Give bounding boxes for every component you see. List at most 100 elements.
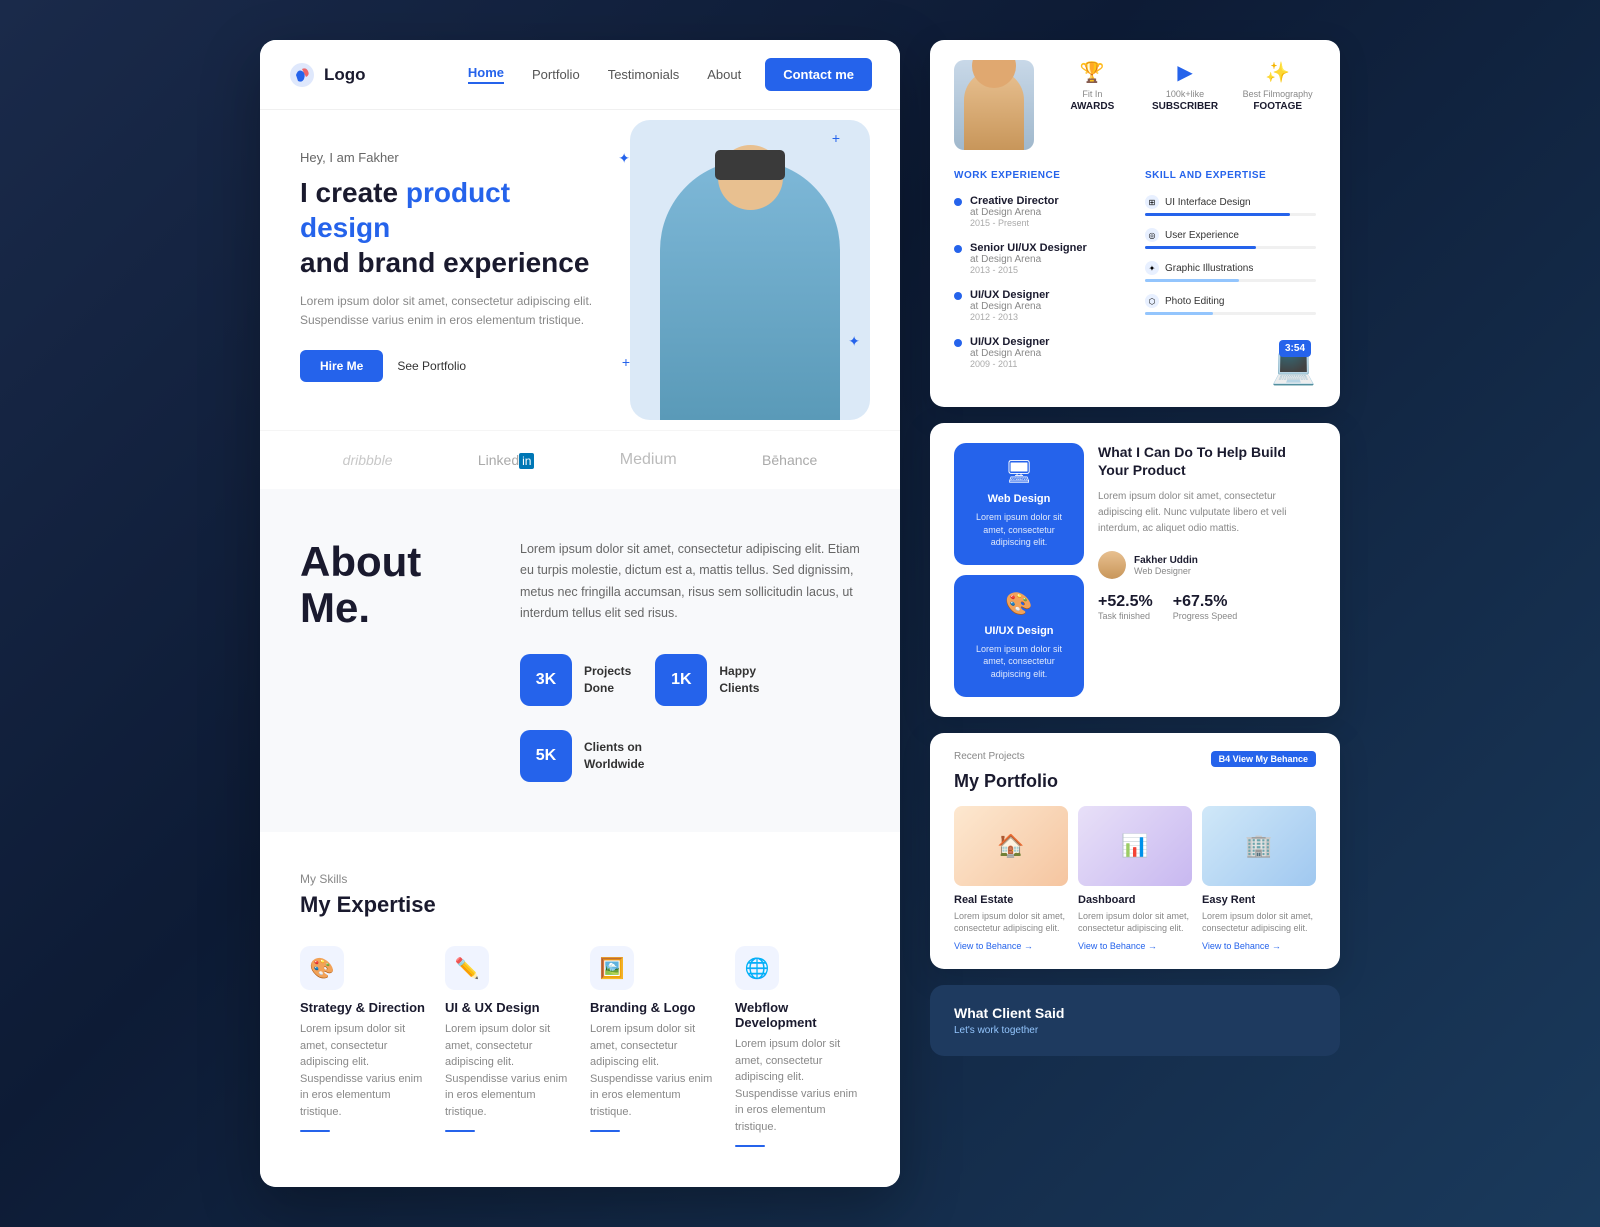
skill-ux: ✏️ UI & UX Design Lorem ipsum dolor sit … bbox=[445, 946, 570, 1147]
view-dashboard[interactable]: View to Behance → bbox=[1078, 941, 1192, 951]
services-card: 🖥 Web Design Lorem ipsum dolor sit amet,… bbox=[930, 423, 1340, 717]
skill-graphic-name: Graphic Illustrations bbox=[1165, 263, 1253, 274]
right-panel: 🏆 Fit In AWARDS ▶ 100k+like SUBSCRIBER ✨… bbox=[930, 40, 1340, 1056]
exp-dot-2 bbox=[954, 245, 962, 253]
behance-badge[interactable]: B4 View My Behance bbox=[1211, 751, 1316, 767]
skill-photo-track bbox=[1145, 312, 1316, 315]
stat-projects-value: 3K bbox=[520, 654, 572, 706]
stat-projects-label: Projects Done bbox=[584, 663, 631, 697]
hero-content: Hey, I am Fakher I create product design… bbox=[300, 150, 608, 382]
ux-icon: ◎ bbox=[1145, 228, 1159, 242]
skill-ui-track bbox=[1145, 213, 1316, 216]
work-experience: WORK EXPERIENCE Creative Director at Des… bbox=[954, 170, 1125, 387]
brand-linkedin: Linkedin bbox=[478, 452, 535, 468]
laptop-decoration: 💻 3:54 bbox=[1145, 327, 1316, 387]
see-portfolio-button[interactable]: See Portfolio bbox=[397, 350, 466, 382]
skill-ui-interface: ⊞ UI Interface Design bbox=[1145, 195, 1316, 216]
view-real-estate[interactable]: View to Behance → bbox=[954, 941, 1068, 951]
exp-info-1: Creative Director at Design Arena 2015 -… bbox=[970, 195, 1059, 228]
reviewer-name: Fakher Uddin bbox=[1134, 555, 1198, 566]
portfolio-easy-rent-name: Easy Rent bbox=[1202, 894, 1316, 906]
badge-subscriber: ▶ 100k+like SUBSCRIBER bbox=[1147, 60, 1224, 112]
badge-footage: ✨ Best Filmography FOOTAGE bbox=[1239, 60, 1316, 112]
logo-text: Logo bbox=[324, 65, 366, 85]
ui-icon: ⊞ bbox=[1145, 195, 1159, 209]
skill-webflow: 🌐 Webflow Development Lorem ipsum dolor … bbox=[735, 946, 860, 1147]
skill-ux-name: UI & UX Design bbox=[445, 1000, 570, 1015]
portfolio-real-estate-desc: Lorem ipsum dolor sit amet, consectetur … bbox=[954, 910, 1068, 935]
hero-title: I create product design and brand experi… bbox=[300, 175, 608, 280]
skill-graphic: ✦ Graphic Illustrations bbox=[1145, 261, 1316, 282]
skill-expertise-label: SKILL AND EXPERTISE bbox=[1145, 170, 1316, 181]
sparkle-1: ✦ bbox=[618, 150, 630, 167]
about-description: Lorem ipsum dolor sit amet, consectetur … bbox=[520, 539, 860, 624]
metrics-row: +52.5% Task finished +67.5% Progress Spe… bbox=[1098, 593, 1316, 621]
exp-period-1: 2015 - Present bbox=[970, 218, 1059, 228]
metric-task-value: +52.5% bbox=[1098, 593, 1153, 611]
subscriber-icon: ▶ bbox=[1147, 60, 1224, 85]
metric-progress-label: Progress Speed bbox=[1173, 611, 1238, 621]
hero-description: Lorem ipsum dolor sit amet, consectetur … bbox=[300, 292, 608, 330]
ui-ux-desc: Lorem ipsum dolor sit amet, consectetur … bbox=[970, 643, 1068, 681]
reviewer-avatar bbox=[1098, 551, 1126, 579]
skill-ux-icon: ✏️ bbox=[445, 946, 489, 990]
footage-icon: ✨ bbox=[1239, 60, 1316, 85]
metric-task-label: Task finished bbox=[1098, 611, 1153, 621]
hire-me-button[interactable]: Hire Me bbox=[300, 350, 383, 382]
work-exp-label: WORK EXPERIENCE bbox=[954, 170, 1125, 181]
nav-about[interactable]: About bbox=[707, 67, 741, 82]
profile-card: 🏆 Fit In AWARDS ▶ 100k+like SUBSCRIBER ✨… bbox=[930, 40, 1340, 407]
skill-ux-name-bar: User Experience bbox=[1165, 230, 1239, 241]
metric-progress: +67.5% Progress Speed bbox=[1173, 593, 1238, 621]
subscriber-label: SUBSCRIBER bbox=[1147, 101, 1224, 112]
skill-ui-header: ⊞ UI Interface Design bbox=[1145, 195, 1316, 209]
service-boxes: 🖥 Web Design Lorem ipsum dolor sit amet,… bbox=[954, 443, 1084, 697]
skill-graphic-header: ✦ Graphic Illustrations bbox=[1145, 261, 1316, 275]
portfolio-items: 🏠 Real Estate Lorem ipsum dolor sit amet… bbox=[954, 806, 1316, 951]
about-left: AboutMe. bbox=[300, 539, 480, 631]
skill-webflow-icon: 🌐 bbox=[735, 946, 779, 990]
reviewer-info: Fakher Uddin Web Designer bbox=[1134, 555, 1198, 576]
awards-title: Fit In bbox=[1054, 89, 1131, 99]
nav-testimonials[interactable]: Testimonials bbox=[608, 67, 680, 82]
stat-worldwide-value: 5K bbox=[520, 730, 572, 782]
greeting-text: Hey, I am Fakher bbox=[300, 150, 608, 165]
skill-ux-track bbox=[1145, 246, 1316, 249]
skills-title: My Expertise bbox=[300, 892, 860, 918]
contact-button[interactable]: Contact me bbox=[765, 58, 872, 91]
nav-links: Home Portfolio Testimonials About bbox=[468, 65, 741, 84]
sparkle-2: + bbox=[832, 130, 840, 146]
skill-ux-desc: Lorem ipsum dolor sit amet, consectetur … bbox=[445, 1021, 570, 1120]
skill-graphic-track bbox=[1145, 279, 1316, 282]
work-skills: WORK EXPERIENCE Creative Director at Des… bbox=[954, 170, 1316, 387]
footage-title: Best Filmography bbox=[1239, 89, 1316, 99]
portfolio-card: Recent Projects B4 View My Behance My Po… bbox=[930, 733, 1340, 969]
skill-graphic-fill bbox=[1145, 279, 1239, 282]
ui-ux-name: UI/UX Design bbox=[970, 625, 1068, 637]
brand-dribbble: dribbble bbox=[343, 452, 393, 468]
web-design-icon: 🖥 bbox=[970, 459, 1068, 485]
exp-company-2: at Design Arena bbox=[970, 254, 1087, 265]
nav-portfolio[interactable]: Portfolio bbox=[532, 67, 580, 82]
profile-top: 🏆 Fit In AWARDS ▶ 100k+like SUBSCRIBER ✨… bbox=[954, 60, 1316, 150]
portfolio-real-estate: 🏠 Real Estate Lorem ipsum dolor sit amet… bbox=[954, 806, 1068, 951]
portfolio-dashboard-name: Dashboard bbox=[1078, 894, 1192, 906]
exp-ui-designer-2: UI/UX Designer at Design Arena 2009 - 20… bbox=[954, 336, 1125, 369]
client-title: What Client Said bbox=[954, 1005, 1316, 1021]
photo-icon: ⬡ bbox=[1145, 294, 1159, 308]
nav-home[interactable]: Home bbox=[468, 65, 504, 84]
exp-role-2: Senior UI/UX Designer bbox=[970, 242, 1087, 254]
profile-badges: 🏆 Fit In AWARDS ▶ 100k+like SUBSCRIBER ✨… bbox=[1054, 60, 1316, 112]
exp-company-4: at Design Arena bbox=[970, 348, 1049, 359]
skill-strategy: 🎨 Strategy & Direction Lorem ipsum dolor… bbox=[300, 946, 425, 1147]
skill-branding-underline bbox=[590, 1130, 620, 1132]
services-layout: 🖥 Web Design Lorem ipsum dolor sit amet,… bbox=[954, 443, 1316, 697]
skill-ux-fill bbox=[1145, 246, 1256, 249]
skill-branding-desc: Lorem ipsum dolor sit amet, consectetur … bbox=[590, 1021, 715, 1120]
exp-company-1: at Design Arena bbox=[970, 207, 1059, 218]
metric-progress-value: +67.5% bbox=[1173, 593, 1238, 611]
sparkle-3: + bbox=[622, 354, 630, 370]
skill-ux-header: ◎ User Experience bbox=[1145, 228, 1316, 242]
view-easy-rent[interactable]: View to Behance → bbox=[1202, 941, 1316, 951]
service-web-design: 🖥 Web Design Lorem ipsum dolor sit amet,… bbox=[954, 443, 1084, 565]
